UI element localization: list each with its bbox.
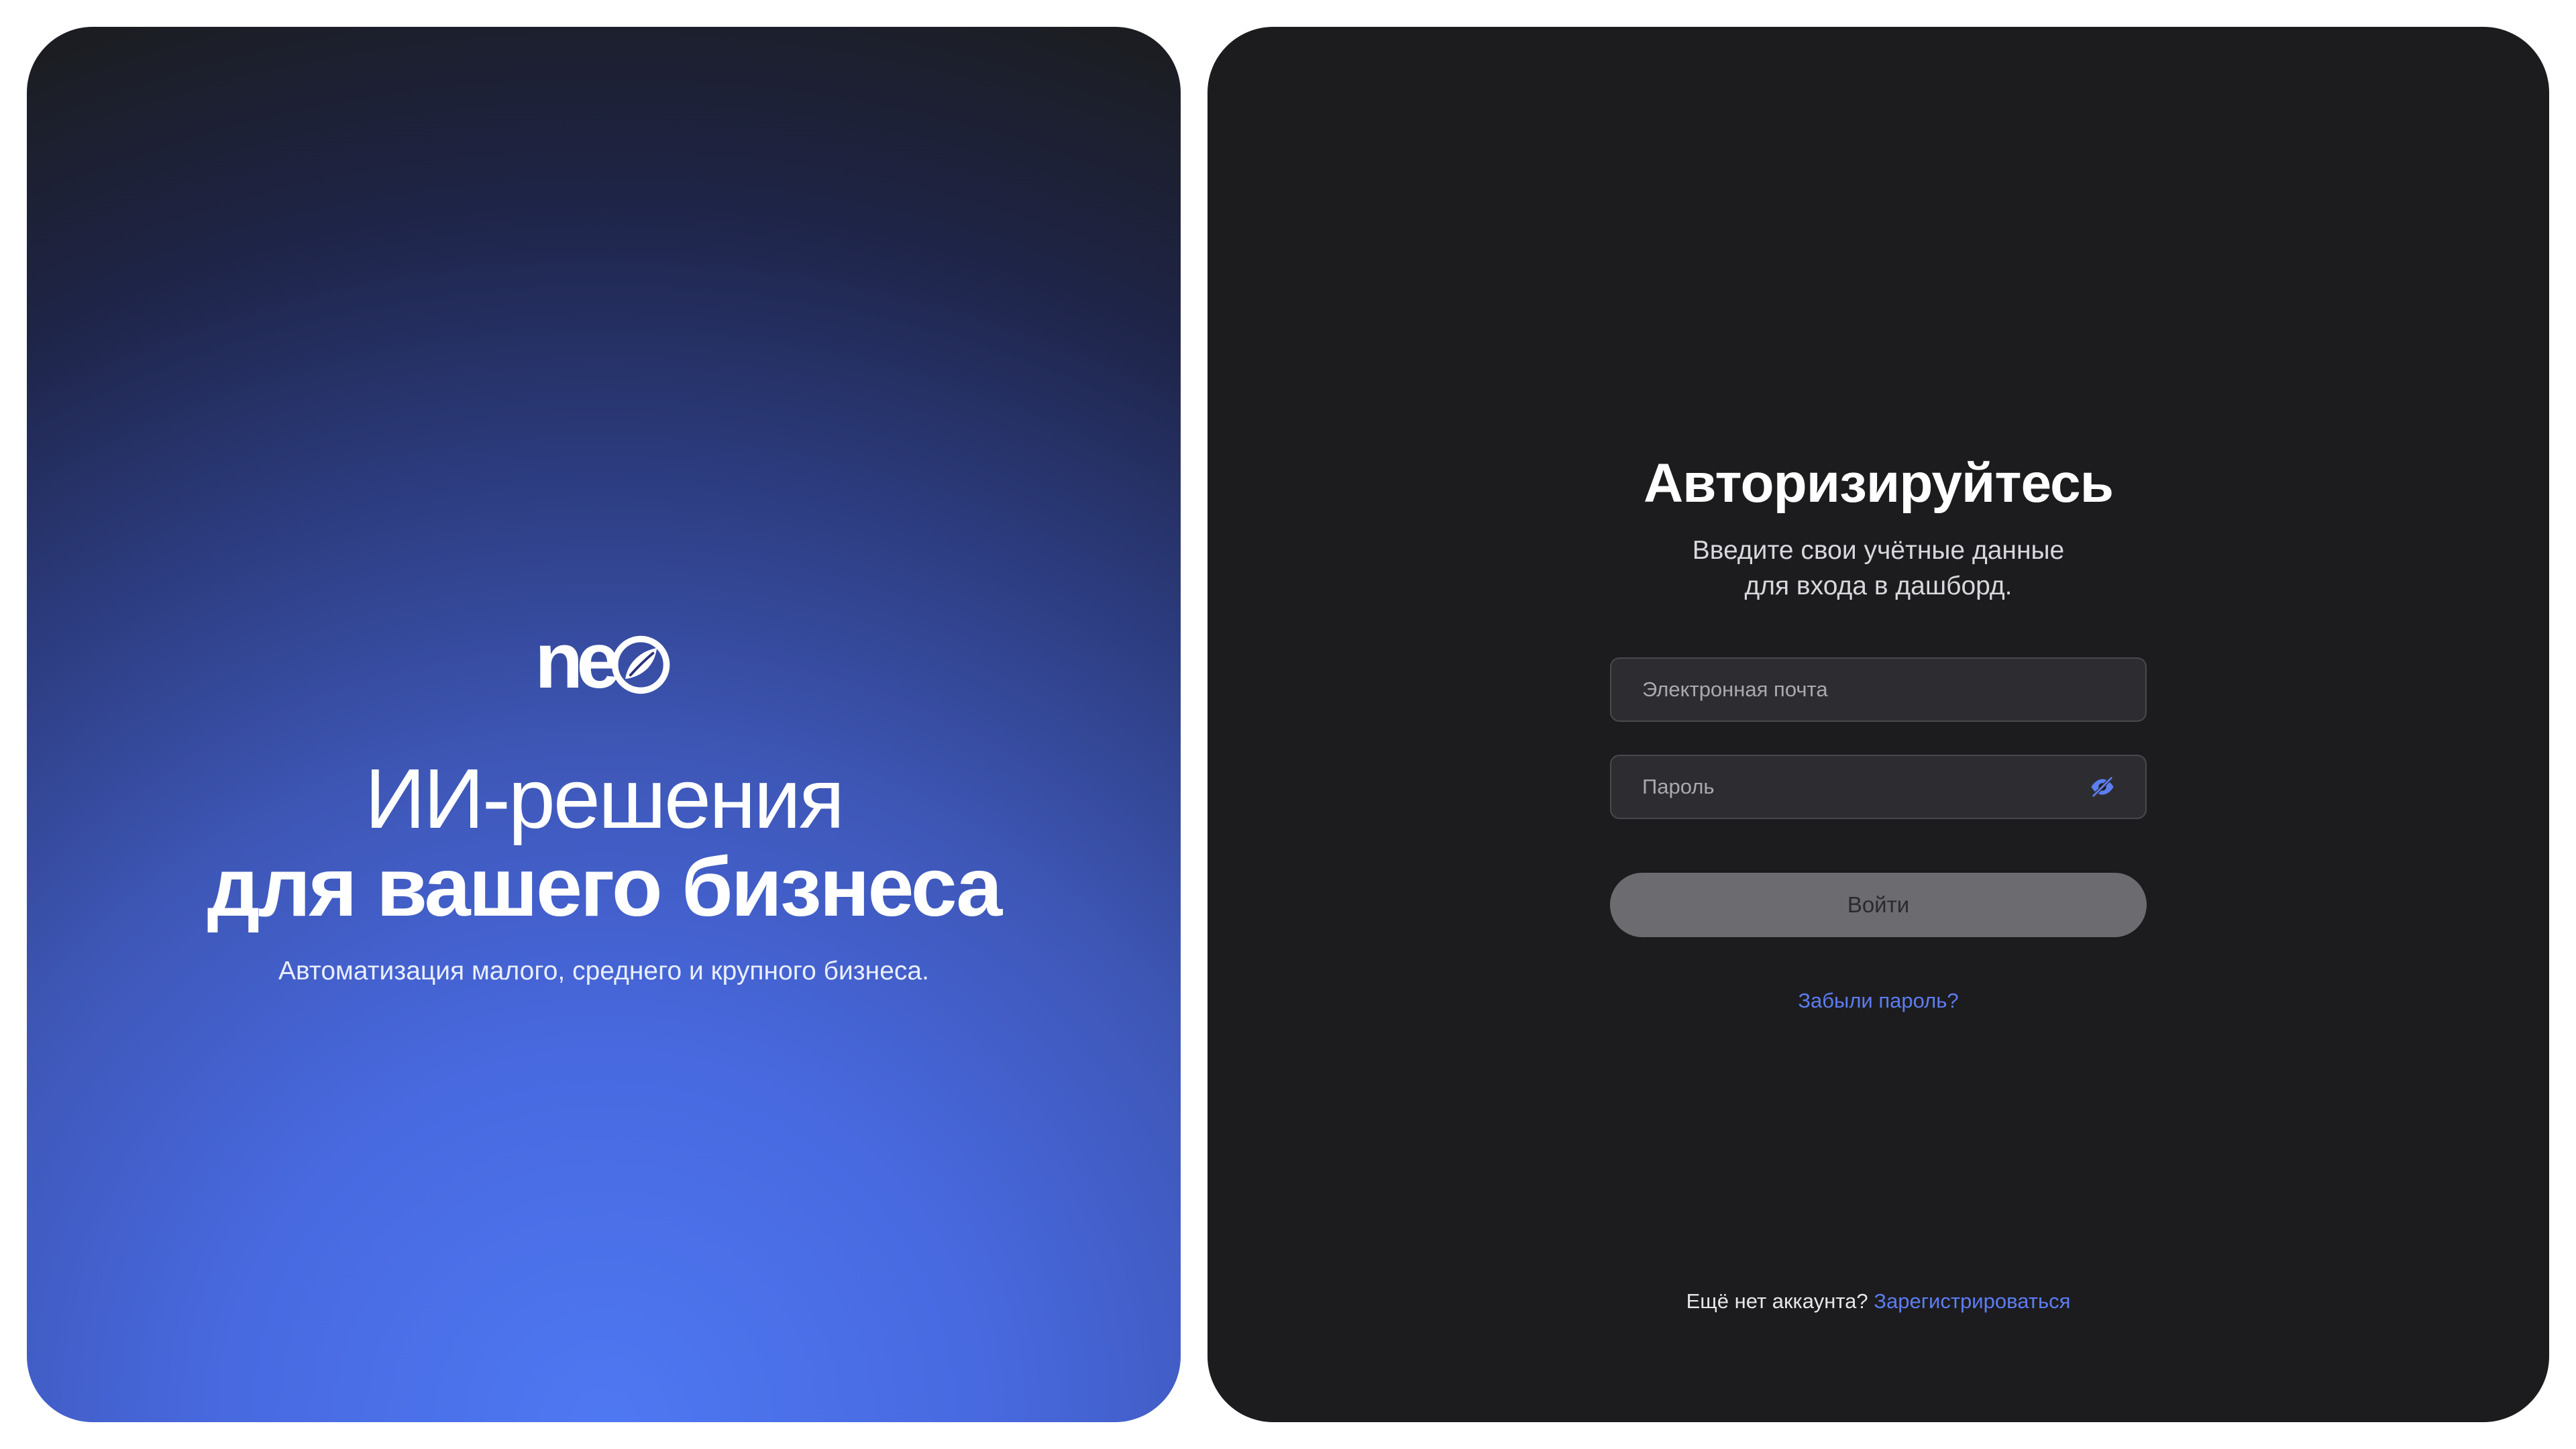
auth-subtitle-line1: Введите свои учётные данные	[1692, 536, 2065, 565]
register-row: Ещё нет аккаунта? Зарегистрироваться	[1208, 1289, 2549, 1313]
hero-panel: ne ИИ-решения для вашего бизнеса Автомат…	[27, 27, 1181, 1422]
auth-subtitle-line2: для входа в дашборд.	[1744, 571, 2012, 600]
eye-hidden-icon[interactable]	[2089, 773, 2116, 800]
password-field[interactable]	[1610, 755, 2147, 819]
hero-headline-line2: для вашего бизнеса	[207, 841, 1003, 934]
circle-leaf-icon	[611, 635, 670, 694]
password-input[interactable]	[1642, 756, 2089, 818]
hero-subtitle: Автоматизация малого, среднего и крупног…	[278, 957, 929, 985]
auth-panel: Авторизируйтесь Введите свои учётные дан…	[1208, 27, 2549, 1422]
register-prompt: Ещё нет аккаунта?	[1686, 1289, 1868, 1313]
brand-logo: ne	[535, 621, 673, 701]
hero-content: ne ИИ-решения для вашего бизнеса Автомат…	[27, 27, 1181, 1422]
hero-headline-line1: ИИ-решения	[364, 751, 845, 846]
logo-wordmark: ne	[535, 616, 621, 705]
register-link[interactable]: Зарегистрироваться	[1874, 1289, 2070, 1313]
forgot-password-link[interactable]: Забыли пароль?	[1208, 989, 2549, 1013]
email-field[interactable]	[1610, 657, 2147, 722]
login-button[interactable]: Войти	[1610, 873, 2147, 937]
email-input[interactable]	[1642, 659, 2116, 720]
auth-subtitle: Введите свои учётные данные для входа в …	[1208, 533, 2549, 604]
auth-title: Авторизируйтесь	[1643, 453, 2114, 514]
